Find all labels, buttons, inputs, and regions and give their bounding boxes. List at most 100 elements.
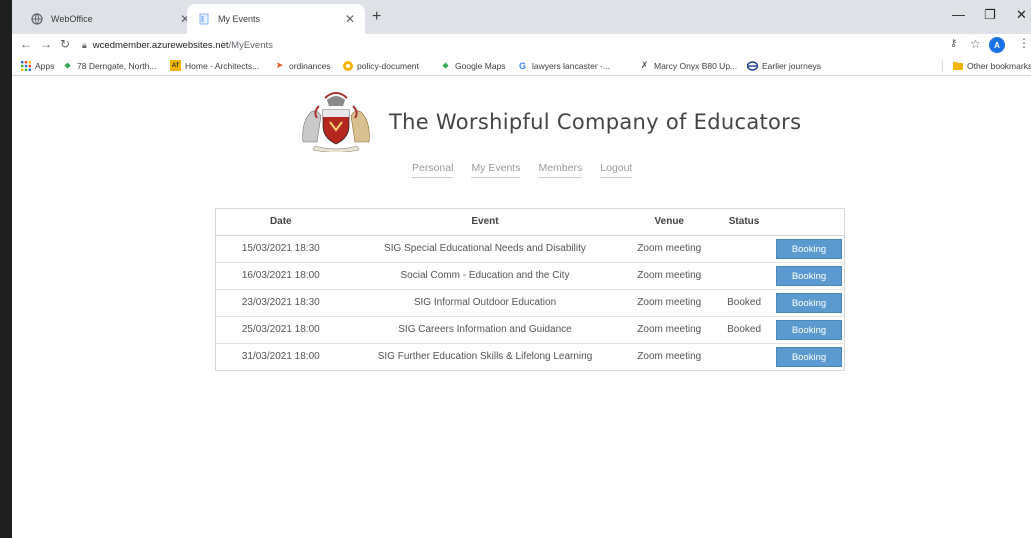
train-logo-icon <box>747 60 758 71</box>
bookmark-lawyers[interactable]: G lawyers lancaster -... <box>517 60 610 71</box>
address-bar[interactable]: 🔒︎ wcedmember.azurewebsites.net/MyEvents <box>82 36 982 54</box>
bookmark-derngate[interactable]: ⬥ 78 Derngate, North... <box>62 60 156 71</box>
bookmark-earlier-journeys[interactable]: Earlier journeys <box>747 60 821 71</box>
bookmark-label: Apps <box>35 60 55 71</box>
main-nav: Personal My Events Members Logout <box>412 162 633 178</box>
cell-venue: Zoom meeting <box>624 289 715 317</box>
close-window-icon[interactable]: ✕ <box>1016 7 1027 23</box>
cell-status <box>714 343 774 370</box>
profile-avatar[interactable]: A <box>989 37 1005 53</box>
bookmark-label: Earlier journeys <box>762 60 822 71</box>
cell-action: Booking <box>773 316 844 344</box>
cell-action: Booking <box>773 289 844 317</box>
cell-date: 16/03/2021 18:00 <box>216 262 346 290</box>
cell-venue: Zoom meeting <box>624 316 715 344</box>
bookmark-label: Google Maps <box>455 60 506 71</box>
cell-event: Social Comm - Education and the City <box>345 262 625 290</box>
cell-event: SIG Further Education Skills & Lifelong … <box>377 351 593 363</box>
nav-my-events[interactable]: My Events <box>471 162 521 178</box>
cell-event: SIG Informal Outdoor Education <box>345 289 625 317</box>
bookmark-label: policy-document <box>357 60 419 71</box>
bookmark-architects[interactable]: AT Home - Architects... <box>170 60 259 71</box>
bookmark-marcy[interactable]: ✗ Marcy Onyx B80 Up... <box>639 60 737 71</box>
cell-action: Booking <box>774 343 844 370</box>
browser-window: WebOffice ✕ My Events ✕ + — ❐ ✕ ← → ↻ 🔒︎… <box>12 0 1031 538</box>
key-icon[interactable]: ⚷ <box>950 38 957 49</box>
header-status: Status <box>714 209 774 236</box>
site-title: The Worshipful Company of Educators <box>389 110 802 134</box>
close-tab-icon[interactable]: ✕ <box>345 12 355 26</box>
url-path: /MyEvents <box>228 39 273 51</box>
cell-status: Booked <box>714 289 774 317</box>
bookmark-apps[interactable]: Apps <box>20 60 54 71</box>
cell-venue: Zoom meeting <box>624 262 715 290</box>
site-header: The Worshipful Company of Educators <box>297 92 801 152</box>
events-table: Date Event Venue Status 15/03/2021 18:30… <box>215 208 845 371</box>
header-event: Event <box>345 209 625 236</box>
bookmark-label: ordinances <box>289 60 331 71</box>
bookmark-label: lawyers lancaster -... <box>532 60 610 71</box>
site-logo-icon: AT <box>170 60 181 71</box>
header-action <box>773 209 844 236</box>
bookmark-label: Marcy Onyx B80 Up... <box>654 60 738 71</box>
cell-venue: Zoom meeting <box>624 235 715 263</box>
cell-event: SIG Careers Information and Guidance <box>345 316 625 344</box>
booking-button[interactable]: Booking <box>775 319 842 340</box>
cell-status: Booked <box>714 316 774 344</box>
more-menu-icon[interactable]: ⋮ <box>1018 36 1030 50</box>
url-host: wcedmember.azurewebsites.net <box>92 39 229 51</box>
dart-icon: ➤ <box>275 60 284 70</box>
table-row: 23/03/2021 18:30 SIG Informal Outdoor Ed… <box>216 289 844 317</box>
header-venue: Venue <box>624 209 715 236</box>
table-row: 15/03/2021 18:30 SIG Special Educational… <box>216 235 844 263</box>
tab-weboffice[interactable]: WebOffice ✕ <box>20 4 200 34</box>
lock-icon: 🔒︎ <box>82 39 87 50</box>
reload-icon[interactable]: ↻ <box>60 37 70 51</box>
bookmark-label: 78 Derngate, North... <box>77 60 157 71</box>
booking-button[interactable]: Booking <box>775 346 842 367</box>
table-row: 31/03/2021 18:00 SIG Further Education S… <box>216 343 844 370</box>
cell-date: 25/03/2021 18:00 <box>216 316 346 344</box>
page-icon <box>197 13 210 26</box>
cell-date: 23/03/2021 18:30 <box>216 289 346 317</box>
tab-my-events[interactable]: My Events ✕ <box>187 4 365 34</box>
window-left-edge <box>0 0 12 538</box>
booking-button[interactable]: Booking <box>775 292 842 313</box>
bookmark-other[interactable]: Other bookmarks <box>952 60 1031 71</box>
star-icon[interactable]: ☆ <box>970 37 981 51</box>
restore-icon[interactable]: ❐ <box>984 7 996 23</box>
bookmark-google-maps[interactable]: ⬥ Google Maps <box>440 60 506 71</box>
bookmark-label: Other bookmarks <box>967 60 1031 71</box>
map-pin-icon: ⬥ <box>442 60 449 70</box>
globe-icon <box>30 13 43 26</box>
back-icon[interactable]: ← <box>20 37 32 51</box>
new-tab-icon[interactable]: + <box>372 8 381 26</box>
cell-venue: Zoom meeting <box>637 351 702 363</box>
google-g-icon: G <box>518 60 526 71</box>
tab-title: WebOffice <box>51 14 93 24</box>
apps-grid-icon <box>20 60 31 71</box>
bookmarks-bar: Apps ⬥ 78 Derngate, North... AT Home - A… <box>12 56 1031 76</box>
tab-title: My Events <box>218 14 261 24</box>
header-date: Date <box>216 209 346 236</box>
circle-logo-icon <box>342 60 353 71</box>
bookmark-separator <box>942 60 943 72</box>
cell-action: Booking <box>773 235 844 263</box>
booking-button[interactable]: Booking <box>775 238 842 259</box>
cell-event: SIG Special Educational Needs and Disabi… <box>345 235 625 263</box>
nav-members[interactable]: Members <box>538 162 583 178</box>
booking-button[interactable]: Booking <box>775 265 842 286</box>
bookmark-policy-document[interactable]: policy-document <box>342 60 419 71</box>
nav-logout[interactable]: Logout <box>600 162 633 178</box>
minimize-icon[interactable]: — <box>952 7 965 22</box>
browser-toolbar: ← → ↻ 🔒︎ wcedmember.azurewebsites.net/My… <box>12 34 1031 56</box>
tab-strip: WebOffice ✕ My Events ✕ + — ❐ ✕ <box>12 0 1031 34</box>
table-row: 25/03/2021 18:00 SIG Careers Information… <box>216 316 844 344</box>
cell-status <box>714 235 774 263</box>
table-row: 16/03/2021 18:00 Social Comm - Education… <box>216 262 844 290</box>
cell-action: Booking <box>773 262 844 290</box>
nav-personal[interactable]: Personal <box>412 162 454 178</box>
forward-icon[interactable]: → <box>40 37 52 51</box>
cell-status <box>714 262 774 290</box>
bookmark-ordinances[interactable]: ➤ ordinances <box>274 60 331 71</box>
